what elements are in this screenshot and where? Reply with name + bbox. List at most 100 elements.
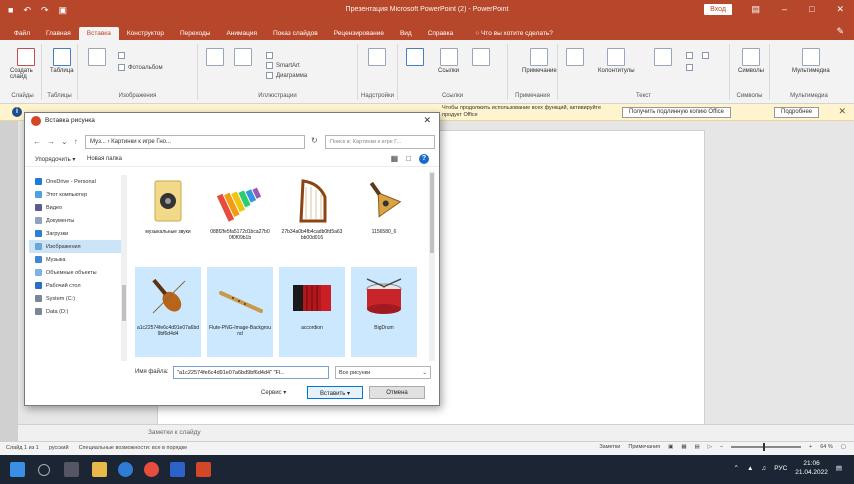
- tree-item-videos[interactable]: Видео: [29, 201, 127, 214]
- close-notification-icon[interactable]: ✕: [838, 106, 846, 117]
- recent-chevron-icon[interactable]: ⌄: [61, 137, 68, 146]
- slide-number-button[interactable]: [686, 64, 693, 71]
- tab-home[interactable]: Главная: [38, 27, 79, 40]
- file-item-selected[interactable]: accordion: [279, 267, 345, 357]
- share-icon[interactable]: ✎: [836, 26, 844, 37]
- tree-item-music[interactable]: Музыка: [29, 253, 127, 266]
- icons-button[interactable]: [234, 48, 252, 68]
- tools-dropdown[interactable]: Сервис ▾: [261, 389, 286, 396]
- close-icon[interactable]: ✕: [836, 4, 844, 15]
- comment-button[interactable]: Примечание: [522, 48, 557, 74]
- dialog-titlebar[interactable]: Вставка рисунка ✕: [25, 113, 439, 129]
- insert-button[interactable]: Вставить ▾: [307, 386, 363, 399]
- edge-icon[interactable]: [118, 462, 133, 477]
- object-button[interactable]: [702, 52, 709, 59]
- tab-animations[interactable]: Анимация: [218, 27, 265, 40]
- file-item[interactable]: 088f2fe5fa5172d1bca27b00f0f09b1b: [207, 171, 273, 261]
- textbox-button[interactable]: [566, 48, 584, 68]
- zoom-button[interactable]: [406, 48, 424, 68]
- date-time-button[interactable]: [686, 52, 693, 59]
- back-arrow-icon[interactable]: ←: [33, 137, 41, 146]
- media-button[interactable]: Мультимедиа: [792, 48, 830, 74]
- header-footer-button[interactable]: Колонтитулы: [598, 48, 635, 74]
- tab-view[interactable]: Вид: [392, 27, 420, 40]
- tree-item-pictures[interactable]: Изображения: [29, 240, 127, 253]
- filetype-select[interactable]: Все рисунки ⌄: [335, 366, 431, 379]
- zoom-slider[interactable]: [731, 443, 802, 451]
- reading-view-icon[interactable]: ▤: [695, 444, 700, 450]
- comments-toggle[interactable]: Примечания: [628, 444, 660, 450]
- file-item-selected[interactable]: BigDrum: [351, 267, 417, 357]
- new-folder-button[interactable]: Новая папка: [87, 156, 122, 162]
- tab-design[interactable]: Конструктор: [119, 27, 172, 40]
- accessibility-status[interactable]: Специальные возможности: все в порядке: [79, 445, 188, 451]
- chart-button[interactable]: Диаграмма: [266, 72, 307, 79]
- normal-view-icon[interactable]: ▣: [668, 444, 673, 450]
- refresh-icon[interactable]: ↻: [311, 136, 318, 145]
- sorter-view-icon[interactable]: ▦: [681, 444, 686, 450]
- shapes-button[interactable]: [206, 48, 224, 68]
- tree-item-desktop[interactable]: Рабочий стол: [29, 279, 127, 292]
- wordart-button[interactable]: [654, 48, 672, 68]
- photo-album-button[interactable]: Фотоальбом: [118, 64, 163, 71]
- tab-insert[interactable]: Вставка: [78, 27, 119, 40]
- zoom-level[interactable]: 64 %: [820, 444, 833, 450]
- signin-button[interactable]: Вход: [704, 4, 732, 15]
- tray-chevron-icon[interactable]: ⌃: [734, 464, 739, 472]
- tree-item-drive-c[interactable]: System (C:): [29, 292, 127, 305]
- tree-item-3d-objects[interactable]: Объемные объекты: [29, 266, 127, 279]
- tab-review[interactable]: Рецензирование: [326, 27, 392, 40]
- new-slide-button[interactable]: Создать слайд: [10, 48, 41, 80]
- learn-more-button[interactable]: Подробнее: [774, 107, 820, 118]
- task-view-icon[interactable]: [64, 462, 79, 477]
- tab-help[interactable]: Справка: [420, 27, 462, 40]
- cancel-button[interactable]: Отмена: [369, 386, 425, 399]
- search-icon[interactable]: [38, 464, 50, 476]
- organize-button[interactable]: Упорядочить ▾: [35, 156, 75, 163]
- language-indicator[interactable]: русский: [49, 445, 69, 451]
- insert-dropdown-icon[interactable]: ▾: [347, 391, 350, 397]
- tree-item-documents[interactable]: Документы: [29, 214, 127, 227]
- file-grid-scrollbar[interactable]: [429, 171, 435, 361]
- symbols-button[interactable]: Символы: [738, 48, 764, 74]
- action-button[interactable]: [472, 48, 490, 68]
- addins-button[interactable]: [368, 48, 386, 68]
- volume-icon[interactable]: ♫: [761, 465, 766, 472]
- maximize-icon[interactable]: □: [809, 4, 814, 15]
- view-options-icon[interactable]: ▦: [391, 154, 399, 164]
- ribbon-display-icon[interactable]: ▤: [751, 4, 760, 15]
- minimize-icon[interactable]: –: [782, 4, 787, 15]
- tree-scroll-thumb[interactable]: [122, 285, 126, 321]
- tab-file[interactable]: Файл: [6, 27, 38, 40]
- pictures-button[interactable]: [88, 48, 106, 68]
- tell-me-search[interactable]: ○ Что вы хотите сделать?: [469, 27, 559, 40]
- get-genuine-office-button[interactable]: Получить подлинную копию Office: [622, 107, 731, 118]
- 3d-models-button[interactable]: [266, 52, 273, 59]
- smartart-button[interactable]: SmartArt: [266, 62, 300, 69]
- zoom-out-icon[interactable]: –: [720, 444, 723, 450]
- help-icon[interactable]: ?: [419, 154, 429, 164]
- filename-input[interactable]: "a1c22574fe6c4d91e07a6bd9bf6d4d4" "Fl...: [173, 366, 329, 379]
- tree-item-onedrive[interactable]: OneDrive - Personal: [29, 175, 127, 188]
- table-button[interactable]: Таблица: [50, 48, 74, 74]
- notes-pane[interactable]: Заметки к слайду: [18, 424, 854, 441]
- zoom-in-icon[interactable]: +: [809, 444, 812, 450]
- fit-slide-icon[interactable]: ▢: [841, 444, 846, 450]
- screenshot-button[interactable]: [118, 52, 125, 59]
- dialog-close-icon[interactable]: ✕: [423, 115, 431, 126]
- notes-toggle[interactable]: Заметки: [599, 444, 620, 450]
- forward-arrow-icon[interactable]: →: [47, 137, 55, 146]
- file-explorer-icon[interactable]: [92, 462, 107, 477]
- start-icon[interactable]: [10, 462, 25, 477]
- network-icon[interactable]: ▲: [747, 465, 753, 472]
- keyboard-language[interactable]: РУС: [774, 465, 787, 472]
- clock[interactable]: 21:06 21.04.2022: [795, 459, 828, 477]
- file-item[interactable]: 27b34a0b4fb4cadb0fd5a63bb00d016: [279, 171, 345, 261]
- up-arrow-icon[interactable]: ↑: [74, 137, 78, 146]
- notifications-icon[interactable]: ▤: [836, 464, 842, 472]
- link-button[interactable]: Ссылки: [438, 48, 459, 74]
- file-item[interactable]: музыкальные звуки: [135, 171, 201, 261]
- tab-transitions[interactable]: Переходы: [172, 27, 219, 40]
- tree-scrollbar[interactable]: [121, 175, 127, 361]
- folder-search-input[interactable]: Поиск в: Картинки к игре Г...: [325, 135, 435, 149]
